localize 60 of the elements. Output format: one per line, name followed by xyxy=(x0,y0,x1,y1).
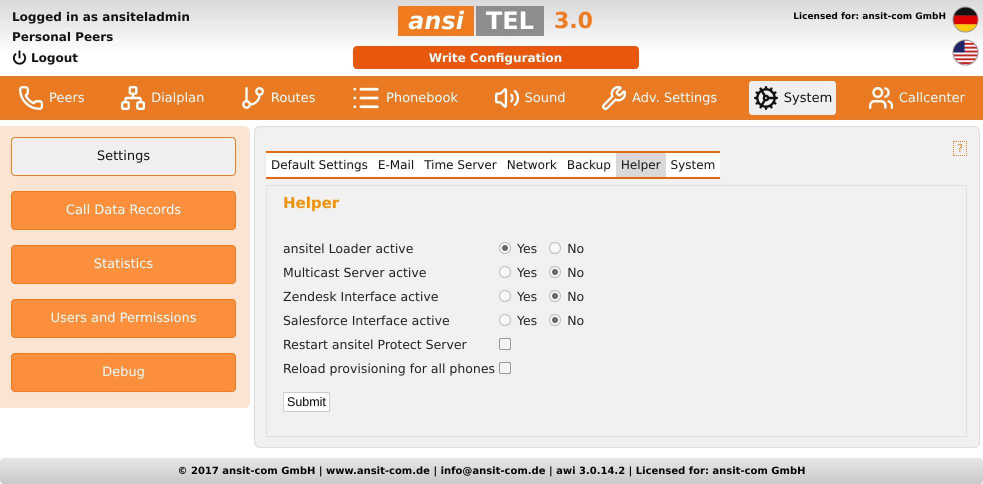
tab[interactable]: Helper xyxy=(616,153,666,177)
branch-icon xyxy=(240,85,266,111)
section-title: Helper xyxy=(283,194,340,212)
radio-button[interactable] xyxy=(549,314,562,326)
nav-item[interactable]: Adv. Settings xyxy=(597,81,722,115)
nav-item[interactable]: Phonebook xyxy=(346,79,462,117)
field-label: Salesforce Interface active xyxy=(283,312,451,328)
sidebar-button[interactable]: Settings xyxy=(11,137,236,176)
sidebar-button[interactable]: Statistics xyxy=(11,245,236,284)
radio-button[interactable] xyxy=(549,290,562,302)
nav-item[interactable]: System xyxy=(748,81,836,115)
logout-link[interactable]: Logout xyxy=(12,50,312,65)
option-label: No xyxy=(567,240,584,256)
radio-button[interactable] xyxy=(499,290,511,302)
checkbox[interactable] xyxy=(499,338,511,350)
us-flag-icon[interactable] xyxy=(952,39,979,66)
speaker-icon xyxy=(494,85,520,111)
nav-item[interactable]: Sound xyxy=(490,81,570,115)
write-configuration-button[interactable]: Write Configuration xyxy=(352,46,638,69)
radio-button[interactable] xyxy=(549,266,562,278)
users-icon xyxy=(868,85,894,111)
option-label: No xyxy=(567,264,584,280)
german-flag-icon[interactable] xyxy=(952,6,979,33)
wrench-icon xyxy=(601,85,628,111)
hierarchy-icon xyxy=(120,85,146,111)
option-label: Yes xyxy=(517,288,538,304)
power-icon xyxy=(12,50,27,65)
gears-icon xyxy=(752,85,779,111)
checkbox[interactable] xyxy=(499,362,511,374)
sidebar-button[interactable]: Users and Permissions xyxy=(11,299,236,338)
nav-item[interactable]: Dialplan xyxy=(116,81,208,115)
option-label: Yes xyxy=(517,240,538,256)
submit-button[interactable]: Submit xyxy=(283,392,330,412)
sidebar-button[interactable]: Call Data Records xyxy=(11,191,236,230)
option-label: Yes xyxy=(517,264,538,280)
radio-button[interactable] xyxy=(499,266,511,278)
license-text: Licensed for: ansit-com GmbH xyxy=(793,11,946,24)
nav-item[interactable]: Callcenter xyxy=(864,81,969,115)
option-label: No xyxy=(567,288,584,304)
footer-text: © 2017 ansit-com GmbH | www.ansit-com.de | info@ansit-com.de | awi 3.0.14.2 | Licensed for: ansit-com GmbH xyxy=(178,466,806,476)
radio-button[interactable] xyxy=(499,242,511,254)
option-label: No xyxy=(567,312,584,328)
logo-text: TEL xyxy=(476,6,544,36)
logo-text: ansi xyxy=(398,6,474,36)
field-label: Reload provisioning for all phones xyxy=(283,360,496,376)
option-label: Yes xyxy=(517,312,538,328)
radio-button[interactable] xyxy=(499,314,511,326)
field-label: Restart ansitel Protect Server xyxy=(283,336,468,352)
field-label: Zendesk Interface active xyxy=(283,288,440,304)
version-text: 3.0 xyxy=(554,8,593,34)
nav-item[interactable]: Routes xyxy=(236,81,320,115)
nav-item[interactable]: Peers xyxy=(14,81,88,115)
radio-button[interactable] xyxy=(549,242,562,254)
context-label: Personal Peers xyxy=(12,30,114,44)
help-button[interactable]: ? xyxy=(953,141,967,156)
sidebar-button[interactable]: Debug xyxy=(11,353,236,392)
field-label: ansitel Loader active xyxy=(283,240,414,256)
field-label: Multicast Server active xyxy=(283,264,428,280)
login-status: Logged in as ansiteladmin xyxy=(12,10,191,24)
phone-icon xyxy=(18,85,44,111)
